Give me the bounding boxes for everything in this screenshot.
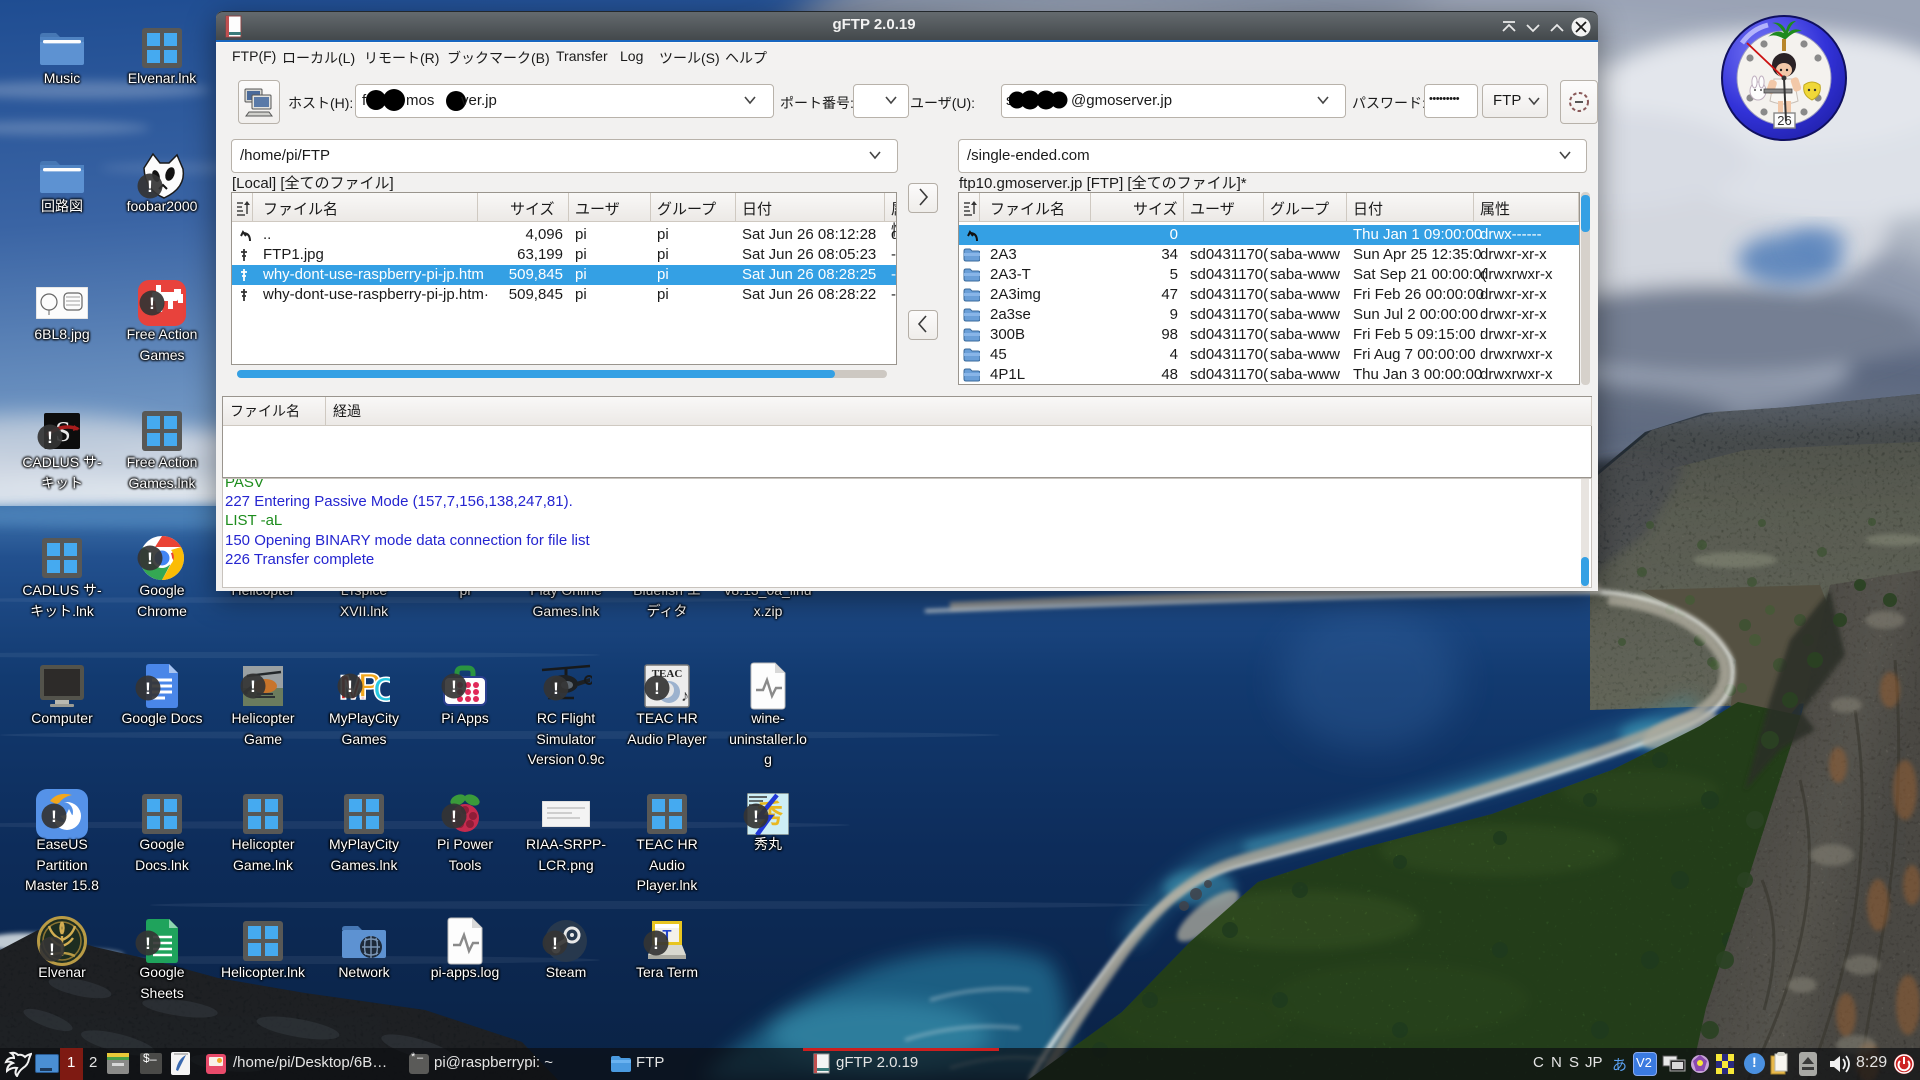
svg-text:26: 26	[1777, 113, 1791, 128]
